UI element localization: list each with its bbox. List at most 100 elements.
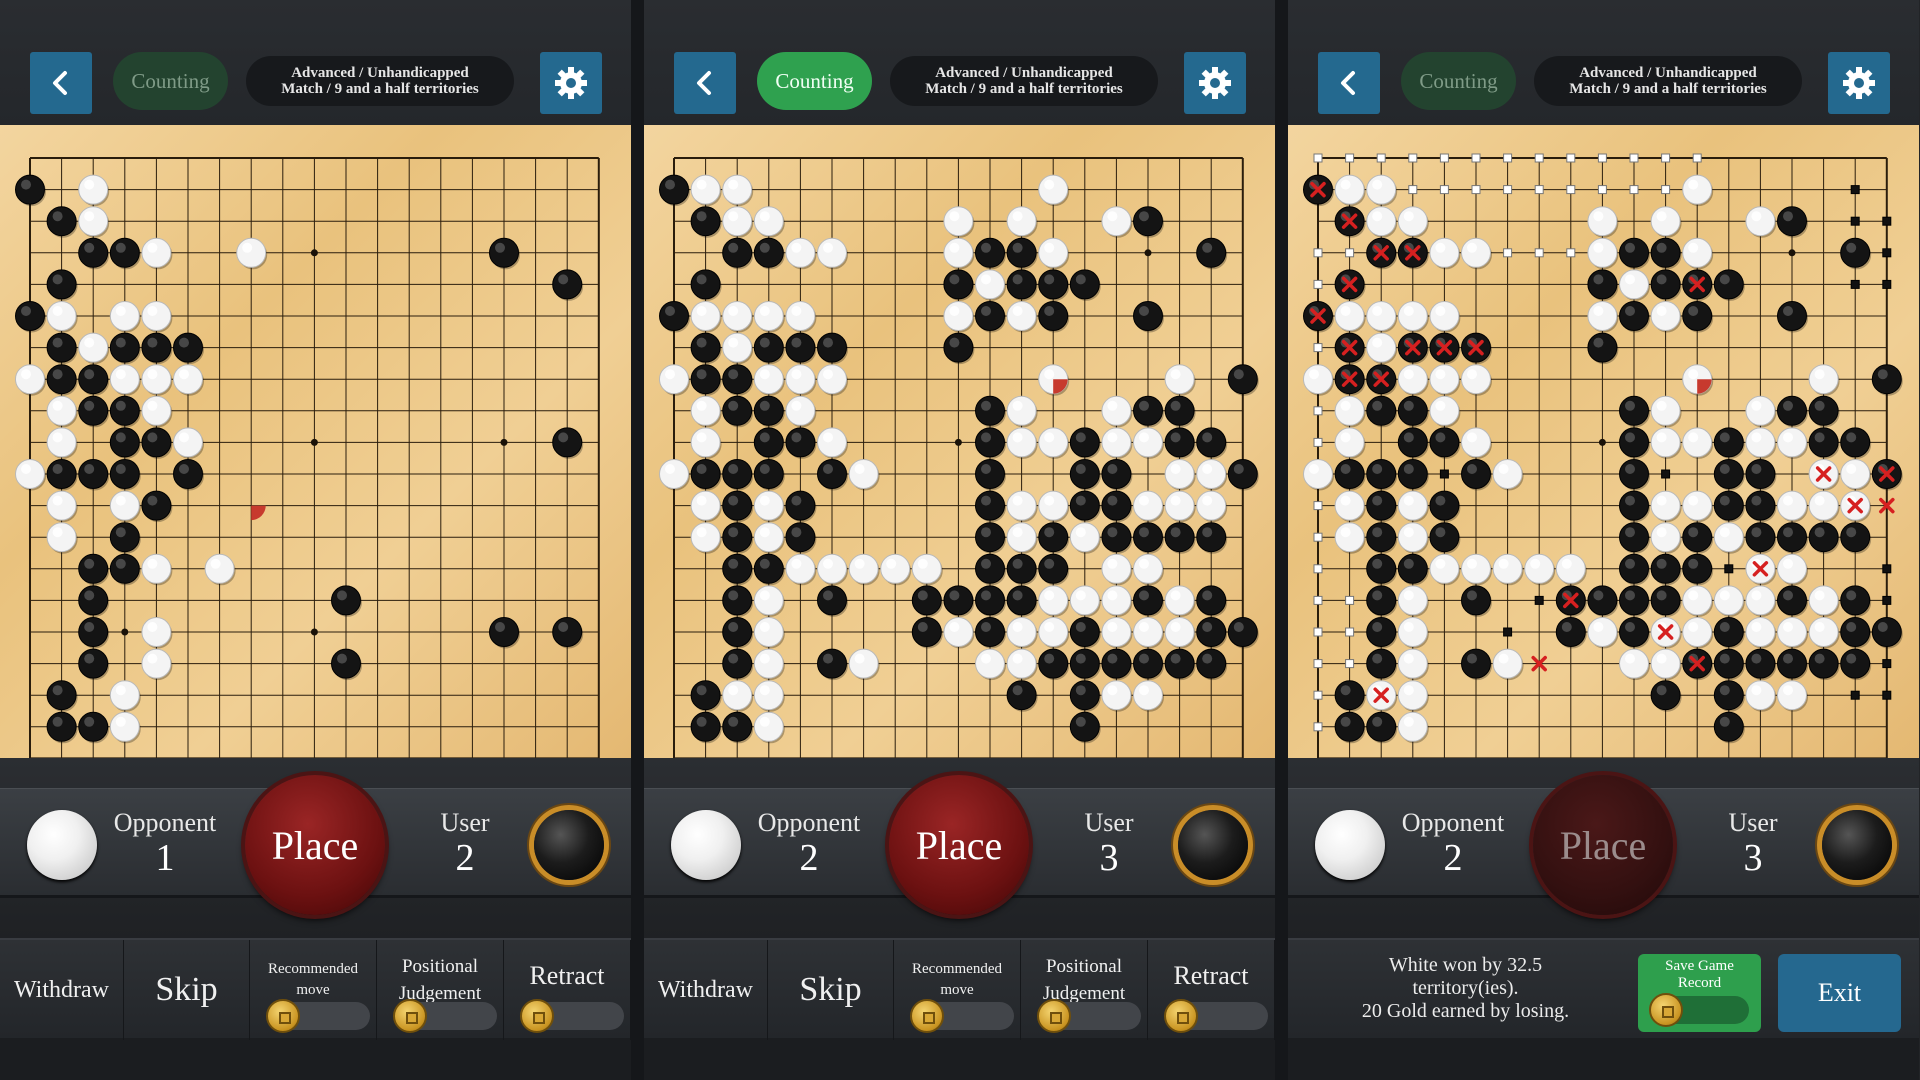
white-stone <box>1397 680 1429 712</box>
settings-button[interactable] <box>1184 52 1246 114</box>
retract-button-line-1: Retract <box>1173 961 1249 990</box>
settings-button[interactable] <box>1828 52 1890 114</box>
white-stone <box>78 174 110 207</box>
black-stone <box>78 648 110 681</box>
territory-marker <box>1882 659 1892 669</box>
territory-marker <box>1313 279 1323 289</box>
place-button[interactable]: Place <box>1533 775 1673 915</box>
white-stone <box>817 364 848 396</box>
black-stone <box>1133 522 1164 554</box>
positional-judgement-button-toggle[interactable] <box>1036 999 1141 1033</box>
board-grid[interactable] <box>644 125 1275 758</box>
white-stone <box>911 553 943 586</box>
black-stone <box>753 395 785 428</box>
match-mode-label: Advanced / Unhandicapped Match / 9 and a … <box>246 56 514 106</box>
counting-button[interactable]: Counting <box>757 52 872 110</box>
white-stone <box>141 617 173 649</box>
black-stone <box>1069 617 1101 649</box>
go-board[interactable] <box>644 125 1275 758</box>
white-stone <box>722 206 754 238</box>
board-grid[interactable] <box>1288 125 1919 758</box>
black-stone <box>141 490 173 523</box>
white-stone <box>943 617 975 649</box>
white-stone <box>204 553 236 586</box>
white-stone <box>722 332 754 365</box>
black-stone <box>722 237 754 270</box>
withdraw-button[interactable]: Withdraw <box>0 940 124 1040</box>
black-stone <box>1133 206 1164 238</box>
gold-coin-icon <box>265 999 300 1033</box>
white-stone <box>1334 174 1366 207</box>
black-stone <box>1006 269 1038 301</box>
black-stone <box>722 364 754 396</box>
white-stone <box>1006 648 1038 681</box>
save-record-toggle[interactable] <box>1649 993 1749 1027</box>
white-stone <box>1101 585 1133 617</box>
board-grid[interactable] <box>0 125 631 758</box>
black-stone <box>1196 648 1228 681</box>
black-stone <box>109 332 141 365</box>
skip-button[interactable]: Skip <box>124 940 250 1040</box>
mode-line-1: Advanced / Unhandicapped <box>1579 65 1757 81</box>
positional-judgement-button[interactable]: Positional Judgement <box>377 940 504 1040</box>
territory-marker <box>1882 690 1892 700</box>
back-button[interactable] <box>1318 52 1380 114</box>
territory-marker <box>1313 690 1323 700</box>
save-game-record-button[interactable]: Save Game Record <box>1638 954 1761 1032</box>
white-stone <box>1808 364 1840 396</box>
retract-button[interactable]: Retract <box>504 940 631 1040</box>
back-button[interactable] <box>30 52 92 114</box>
recommended-move-button-toggle[interactable] <box>265 999 370 1033</box>
white-stone <box>1429 237 1461 270</box>
positional-judgement-button[interactable]: Positional Judgement <box>1021 940 1148 1040</box>
result-line-2: territory(ies). <box>1412 977 1519 999</box>
retract-button-toggle[interactable] <box>519 999 624 1033</box>
skip-button[interactable]: Skip <box>768 940 894 1040</box>
counting-button[interactable]: Counting <box>1401 52 1516 110</box>
recommended-move-button[interactable]: Recommended move <box>894 940 1021 1040</box>
white-stone <box>1006 490 1038 523</box>
back-button[interactable] <box>674 52 736 114</box>
black-stone <box>1069 490 1101 523</box>
black-stone <box>1871 617 1903 649</box>
black-stone <box>1587 585 1619 617</box>
territory-marker <box>1850 690 1860 700</box>
positional-judgement-button-toggle[interactable] <box>392 999 497 1033</box>
territory-marker <box>1471 185 1481 195</box>
recommended-move-button-line-1: Recommended <box>912 961 1002 977</box>
white-stone <box>690 301 722 333</box>
settings-button[interactable] <box>540 52 602 114</box>
black-stone <box>331 585 362 617</box>
game-panel: Counting Advanced / Unhandicapped Match / … <box>0 0 631 1080</box>
black-stone <box>109 237 141 270</box>
go-board[interactable] <box>1288 125 1919 758</box>
retract-button-toggle[interactable] <box>1163 999 1268 1033</box>
retract-button[interactable]: Retract <box>1148 940 1275 1040</box>
black-stone <box>975 553 1006 586</box>
exit-button[interactable]: Exit <box>1778 954 1901 1032</box>
black-stone <box>1650 237 1682 270</box>
white-stone <box>753 648 785 681</box>
player-bar: Opponent 2 Place User 3 <box>1288 758 1919 938</box>
black-stone <box>785 427 817 459</box>
black-stone <box>1164 648 1196 681</box>
black-stone <box>1713 648 1745 681</box>
place-button[interactable]: Place <box>889 775 1029 915</box>
territory-marker <box>1566 153 1576 163</box>
white-stone <box>785 395 817 428</box>
black-stone <box>1745 490 1777 523</box>
black-stone <box>1196 585 1228 617</box>
black-stone <box>817 648 848 681</box>
black-stone <box>1366 490 1398 523</box>
black-stone <box>15 174 46 207</box>
black-stone <box>1808 522 1840 554</box>
recommended-move-button-toggle[interactable] <box>909 999 1014 1033</box>
withdraw-button[interactable]: Withdraw <box>644 940 768 1040</box>
black-stone <box>173 332 204 365</box>
place-button[interactable]: Place <box>245 775 385 915</box>
go-board[interactable] <box>0 125 631 758</box>
counting-button[interactable]: Counting <box>113 52 228 110</box>
black-stone <box>753 553 785 586</box>
back-arrow-icon <box>1341 71 1355 95</box>
recommended-move-button[interactable]: Recommended move <box>250 940 377 1040</box>
